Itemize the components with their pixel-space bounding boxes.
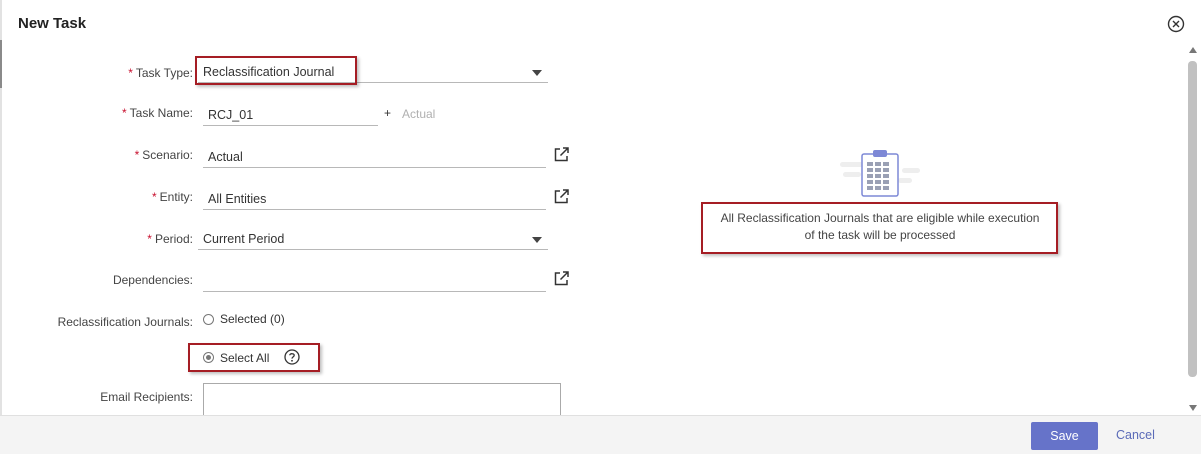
email-recipients-label: Email Recipients: xyxy=(100,390,193,404)
task-type-label: * Task Type: xyxy=(128,66,193,80)
task-type-select[interactable]: Reclassification Journal xyxy=(198,60,548,83)
info-message: All Reclassification Journals that are e… xyxy=(705,210,1055,244)
scenario-field[interactable]: Actual xyxy=(203,145,546,168)
radio-selected-label[interactable]: Selected (0) xyxy=(220,312,285,326)
dialog-title: New Task xyxy=(18,15,87,32)
save-button[interactable]: Save xyxy=(1031,422,1098,450)
external-link-icon[interactable] xyxy=(553,146,570,163)
scroll-down-arrow-icon[interactable] xyxy=(1189,405,1197,411)
dependencies-label: Dependencies: xyxy=(112,273,193,287)
task-type-value: Reclassification Journal xyxy=(203,65,335,79)
info-message-line-2: of the task will be processed xyxy=(804,228,956,242)
period-label: * Period: xyxy=(147,232,193,246)
radio-selected[interactable] xyxy=(203,314,214,325)
close-icon[interactable] xyxy=(1167,15,1185,33)
required-marker: * xyxy=(128,66,133,80)
scroll-up-arrow-icon[interactable] xyxy=(1189,47,1197,53)
radio-select-all[interactable] xyxy=(203,352,214,363)
task-name-value: RCJ_01 xyxy=(208,108,254,122)
radio-select-all-label[interactable]: Select All xyxy=(220,351,269,365)
dialog-footer xyxy=(0,415,1201,454)
chevron-down-icon xyxy=(532,237,542,243)
vertical-scrollbar[interactable] xyxy=(1186,44,1200,416)
new-task-dialog: New Task * Task Type: Reclassification Jo… xyxy=(0,0,1201,454)
scenario-label: * Scenario: xyxy=(134,148,193,162)
cancel-button[interactable]: Cancel xyxy=(1116,428,1155,442)
task-name-suffix-hint: Actual xyxy=(402,107,436,121)
add-suffix-plus[interactable]: + xyxy=(384,106,391,120)
entity-field[interactable]: All Entities xyxy=(203,187,546,210)
scroll-thumb[interactable] xyxy=(1188,61,1197,377)
clipboard-icon xyxy=(840,148,920,198)
dependencies-field[interactable] xyxy=(203,269,546,292)
period-select[interactable]: Current Period xyxy=(198,227,548,250)
task-name-label: * Task Name: xyxy=(121,106,193,120)
help-icon[interactable] xyxy=(284,349,300,365)
reclassification-journals-label: Reclassification Journals: xyxy=(57,315,193,329)
scenario-value: Actual xyxy=(208,150,243,164)
entity-value: All Entities xyxy=(208,192,267,206)
period-value: Current Period xyxy=(203,232,285,246)
external-link-icon[interactable] xyxy=(553,270,570,287)
info-message-line-1: All Reclassification Journals that are e… xyxy=(720,211,1040,225)
dialog-left-marker xyxy=(0,40,2,88)
chevron-down-icon xyxy=(532,70,542,76)
entity-label: * Entity: xyxy=(151,190,193,204)
task-name-input[interactable]: RCJ_01 xyxy=(203,103,378,126)
external-link-icon[interactable] xyxy=(553,188,570,205)
